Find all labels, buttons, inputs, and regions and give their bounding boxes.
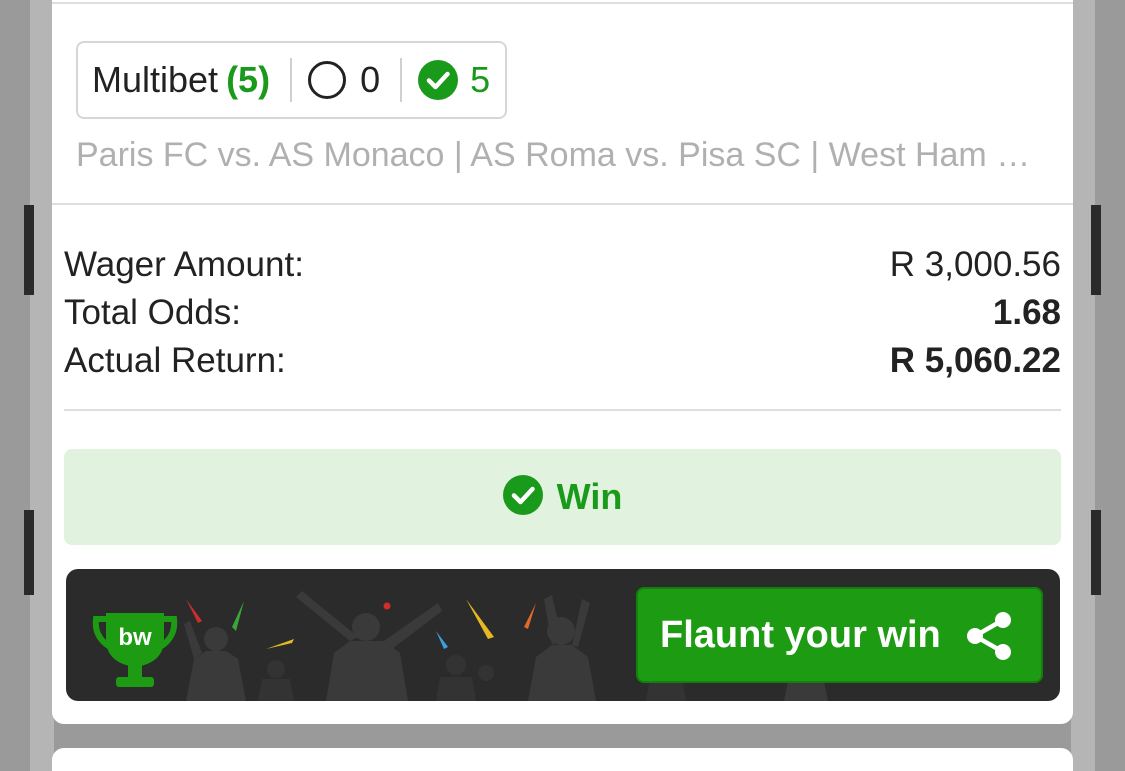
return-row: Actual Return: R 5,060.22 bbox=[64, 337, 1061, 385]
separator bbox=[400, 58, 403, 102]
open-count: 0 bbox=[360, 59, 381, 100]
check-circle-icon bbox=[418, 60, 459, 100]
share-icon bbox=[965, 611, 1013, 671]
odds-row: Total Odds: 1.68 bbox=[64, 289, 1061, 337]
brand-logo-text: bw bbox=[118, 624, 152, 651]
selections-count: (5) bbox=[226, 59, 271, 100]
background-card-left bbox=[30, 0, 54, 771]
background-edge bbox=[24, 205, 34, 295]
divider bbox=[52, 2, 1073, 4]
divider bbox=[64, 409, 1061, 411]
bet-summary: Wager Amount: R 3,000.56 Total Odds: 1.6… bbox=[64, 241, 1061, 385]
return-value: R 5,060.22 bbox=[889, 341, 1061, 380]
background-card-right bbox=[1071, 0, 1095, 771]
separator bbox=[290, 58, 293, 102]
next-bet-card bbox=[52, 748, 1073, 771]
circle-outline-icon bbox=[308, 61, 347, 99]
odds-value: 1.68 bbox=[992, 293, 1061, 332]
flaunt-button-label: Flaunt your win bbox=[660, 613, 941, 656]
background-edge bbox=[1091, 510, 1101, 595]
return-label: Actual Return: bbox=[64, 341, 286, 380]
matches-summary[interactable]: Paris FC vs. AS Monaco | AS Roma vs. Pis… bbox=[76, 136, 1051, 175]
check-circle-icon bbox=[502, 474, 543, 520]
bet-card: Multibet (5) 0 5 Paris FC vs. AS Monaco … bbox=[52, 0, 1073, 724]
wager-label: Wager Amount: bbox=[64, 245, 304, 284]
background-edge bbox=[24, 510, 34, 595]
background-edge bbox=[1091, 205, 1101, 295]
bet-type-badge: Multibet (5) 0 5 bbox=[76, 41, 507, 119]
status-label: Win bbox=[556, 476, 623, 517]
wager-row: Wager Amount: R 3,000.56 bbox=[64, 241, 1061, 289]
wager-value: R 3,000.56 bbox=[889, 245, 1061, 284]
bet-type-label: Multibet bbox=[92, 59, 219, 100]
divider bbox=[52, 203, 1073, 205]
flaunt-banner: bw Flaunt your win bbox=[66, 569, 1060, 701]
odds-label: Total Odds: bbox=[64, 293, 242, 332]
won-count: 5 bbox=[470, 59, 491, 100]
status-badge: Win bbox=[64, 449, 1061, 545]
trophy-icon: bw bbox=[92, 607, 178, 696]
flaunt-your-win-button[interactable]: Flaunt your win bbox=[636, 587, 1043, 683]
